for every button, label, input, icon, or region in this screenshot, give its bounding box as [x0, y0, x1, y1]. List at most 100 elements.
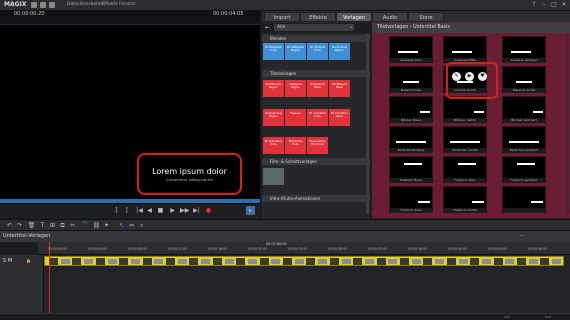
subtitle-template-tile[interactable]: Bekannt links: [389, 66, 433, 93]
track-solo-mute[interactable]: S M: [3, 258, 12, 264]
subtitle-template-tile[interactable]: Einfachen rechts: [443, 126, 487, 153]
forward-icon[interactable]: ▶▶: [180, 206, 189, 215]
stop-icon[interactable]: ■: [156, 206, 165, 215]
category-scrollbar[interactable]: [366, 34, 369, 214]
category-filter-select[interactable]: Alle: [274, 24, 354, 31]
clip-frame: [458, 259, 468, 264]
link-icon[interactable]: ⛓: [92, 221, 101, 230]
section-titelvorlagen[interactable]: Titelvorlagen: [262, 70, 370, 77]
next-icon[interactable]: ▶|: [192, 206, 201, 215]
split-icon[interactable]: ✂: [68, 221, 77, 230]
tab-import[interactable]: Import: [264, 12, 300, 22]
play-icon[interactable]: ▶: [168, 206, 177, 215]
effect-icon[interactable]: ✦: [102, 221, 111, 230]
tab-audio[interactable]: Audio: [372, 12, 408, 22]
export-icon[interactable]: ▸: [246, 206, 255, 215]
range-icon[interactable]: ⇔: [127, 221, 136, 230]
minimize-button[interactable]: –: [540, 1, 548, 9]
lock-icon[interactable]: 🔒: [26, 258, 31, 263]
mark-out-icon[interactable]: ]: [122, 206, 131, 215]
video-clip[interactable]: [44, 256, 564, 266]
mark-in-icon[interactable]: [: [112, 206, 121, 215]
menu-datei[interactable]: Datei: [67, 2, 79, 7]
maximize-button[interactable]: □: [550, 1, 558, 9]
section-intro-outro[interactable]: Intro-/Outro-Animationen: [262, 195, 370, 202]
playhead[interactable]: [49, 242, 50, 313]
group-icon[interactable]: ⧉: [58, 221, 67, 230]
back-arrow-icon[interactable]: ←: [265, 24, 270, 31]
clip-frame: [119, 258, 129, 265]
subtitle-template-tile[interactable]: Einfachbreit Basis: [389, 126, 433, 153]
menu-fenster[interactable]: Fenster: [119, 2, 136, 7]
subtitle-template-tile[interactable]: Blöcken zentriert: [502, 96, 546, 123]
record-icon[interactable]: ●: [204, 206, 213, 215]
subtitle-template-tile[interactable]: Blöcken Basis: [389, 96, 433, 123]
timeline-options-icon[interactable]: ⋯: [520, 233, 525, 239]
marker-icon[interactable]: ⊞: [48, 221, 57, 230]
clip-frame: [411, 259, 421, 264]
subtitle-overlay[interactable]: Lorem ipsum dolor Consectetur adipiscing…: [137, 153, 242, 195]
previous-icon[interactable]: |◀: [135, 206, 144, 215]
clip-frame: [481, 259, 491, 264]
subtitle-template-tile[interactable]: Ausseres links: [389, 36, 433, 63]
template-thumb[interactable]: 3D Wallpaper Ende: [263, 43, 284, 60]
template-thumb[interactable]: Kategorie Beginn: [285, 80, 306, 97]
subtitle-template-tile[interactable]: Bekannt rechts: [502, 66, 546, 93]
tab-store[interactable]: Store: [408, 12, 444, 22]
clip-frame: [306, 258, 316, 265]
template-thumb[interactable]: [263, 168, 284, 185]
template-scrollbar[interactable]: [566, 34, 569, 214]
timeline-ruler[interactable]: 00:07:00:04 00:00:00:00 00:00:04:00 00:00:…: [38, 242, 570, 255]
subtitle-template-tile[interactable]: Freeform zentriert: [502, 156, 546, 183]
template-thumb[interactable]: 3D Animation Ende: [263, 137, 284, 154]
category-filter-bar: ← Alle ⌄: [262, 23, 370, 33]
subtitle-template-tile[interactable]: [502, 186, 546, 213]
heart-icon[interactable]: ♥: [478, 72, 487, 81]
text-icon[interactable]: T: [38, 221, 47, 230]
template-thumb[interactable]: Schiffkurven Beginn: [263, 80, 284, 97]
template-thumb[interactable]: Eigenes: [285, 109, 306, 126]
subtitle-template-tile[interactable]: Einfachen zentriert: [502, 126, 546, 153]
template-thumb[interactable]: Titelmodus Ende: [285, 137, 306, 154]
play-icon[interactable]: ▶: [465, 72, 474, 81]
app-logo: MAGIX: [4, 1, 27, 8]
save-icon[interactable]: [40, 2, 46, 8]
subtitle-template-tile[interactable]: Blöcken rechts: [443, 96, 487, 123]
template-thumb[interactable]: Rückblende Basis: [329, 80, 350, 97]
section-film-schnittvorlagen[interactable]: Film- & Schnittvorlagen: [262, 158, 370, 165]
zoom-tool-icon[interactable]: ⌕: [137, 221, 146, 230]
delete-icon[interactable]: 🗑: [27, 221, 36, 230]
rewind-icon[interactable]: ◀: [145, 206, 154, 215]
template-thumb[interactable]: 3D Animation Ende: [307, 109, 328, 126]
pointer-icon[interactable]: ↖: [117, 221, 126, 230]
template-thumb[interactable]: Unterstrich Basis: [307, 80, 328, 97]
menu-effekte[interactable]: Effekte: [102, 2, 118, 7]
template-label: Freeform links: [444, 178, 486, 183]
preview-scrub-bar[interactable]: [0, 199, 260, 203]
template-thumb[interactable]: 3D Wallpaper Beginn: [285, 43, 306, 60]
tab-effekte[interactable]: Effekte: [300, 12, 336, 22]
edit-icon[interactable]: ✎: [452, 72, 461, 81]
snap-icon[interactable]: ⌒: [80, 221, 89, 230]
help-button[interactable]: ?: [530, 1, 538, 9]
subtitle-template-tile[interactable]: Freeform links: [389, 186, 433, 213]
template-thumb[interactable]: 3D Tombola Ende: [307, 43, 328, 60]
template-thumb[interactable]: Dynamische Titel Ende: [307, 137, 328, 154]
subtitle-template-tile[interactable]: Freeform rechts: [443, 186, 487, 213]
template-thumb[interactable]: Zoomsprung Beginn: [263, 109, 284, 126]
chevron-down-icon[interactable]: ⌄: [349, 24, 353, 30]
subtitle-bar: [418, 201, 430, 203]
close-button[interactable]: ✕: [560, 1, 568, 9]
subtitle-template-tile[interactable]: Freeform links: [443, 156, 487, 183]
section-blenden[interactable]: Blenden: [262, 35, 370, 42]
undo-icon[interactable]: ↶: [5, 221, 14, 230]
subtitle-template-tile[interactable]: Ausseres Mitte: [443, 36, 487, 63]
subtitle-template-tile[interactable]: Ausseres zentriert: [502, 36, 546, 63]
template-thumb[interactable]: 3D Animation Basis: [329, 109, 350, 126]
subtitle-template-tile[interactable]: Freeform Basis: [389, 156, 433, 183]
undo-icon[interactable]: [49, 2, 55, 8]
file-icon[interactable]: [31, 2, 37, 8]
redo-icon[interactable]: ↷: [15, 221, 24, 230]
tab-vorlagen[interactable]: Vorlagen: [336, 12, 372, 22]
template-thumb[interactable]: 3D Tombola Beginn: [329, 43, 350, 60]
